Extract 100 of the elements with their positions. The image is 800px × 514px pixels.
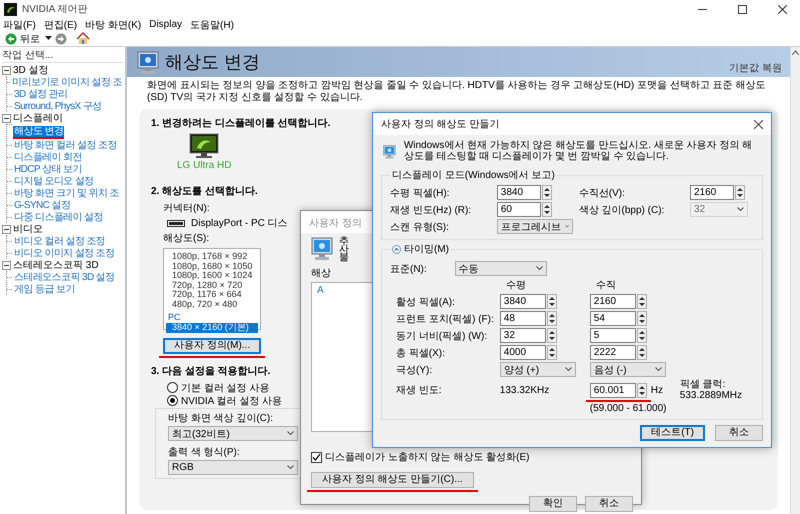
tree-group[interactable]: 스테레오스코픽 3D [13,258,99,272]
tree-item[interactable]: 해상도 변경 [13,126,64,137]
number-field[interactable]: 32 [500,328,546,343]
tree-item[interactable]: 디지털 오디오 설정 [13,176,95,187]
spinner-icon[interactable] [546,328,557,343]
connector-name: DisplayPort - PC 디스 [191,217,288,230]
tree-item[interactable]: 비디오 이미지 설정 조정 [13,248,116,259]
home-icon[interactable] [76,32,90,45]
restore-defaults-link[interactable]: 기본값 복원 [729,61,782,75]
collapse-icon[interactable] [2,114,11,122]
list-item[interactable]: 1080p, 1600 × 1024 [166,271,258,280]
number-field[interactable]: 48 [500,311,546,326]
group-label[interactable]: 타이밍(M) [404,242,449,256]
checkbox-label[interactable]: 디스플레이가 노출하지 않는 해상도 활성화(E) [325,450,530,464]
spinner-icon[interactable] [546,294,557,309]
spinner-icon[interactable] [542,185,552,200]
close-icon[interactable] [778,4,787,14]
tree-item[interactable]: 바탕 화면 컬러 설정 조정 [13,140,118,151]
customize-button[interactable]: 사용자 정의(M)... [163,338,262,354]
collapse-icon[interactable] [2,224,11,234]
collapse-icon[interactable] [2,260,11,270]
list-item[interactable]: 720p, 1280 × 720 [166,280,258,290]
menu-item[interactable]: 편집(E) [44,18,78,32]
menu-item[interactable]: 바탕 화면(K) [85,18,142,32]
tree-item[interactable]: 바탕 화면 크기 및 위치 조 [13,188,120,199]
spinner-icon[interactable] [636,294,647,309]
field-label: 수평 픽셀(H): [390,186,450,200]
number-field[interactable]: 3840 [496,185,541,200]
caret-icon [536,266,543,271]
radio-button[interactable] [167,382,178,393]
tree-group[interactable]: 디스플레이 [13,111,63,125]
tree-item[interactable]: Surround, PhysX 구성 [13,101,103,112]
number-field[interactable]: 2160 [690,185,734,200]
close-icon[interactable] [754,120,763,128]
step-heading: 2. 해상도를 선택합니다. [151,185,258,198]
radio-button[interactable] [167,395,178,406]
list-item[interactable]: 1080p, 1680 × 1050 [166,262,258,271]
menu-item[interactable]: 파일(F) [3,18,36,32]
number-field[interactable]: 54 [590,311,636,326]
tree-group[interactable]: 비디오 [13,222,43,236]
dropdown[interactable]: 프로그레시브 [496,219,573,234]
maximize-icon[interactable] [738,4,747,14]
tree-item[interactable]: G-SYNC 설정 [13,200,72,211]
step-heading: 3. 다음 설정을 적용합니다. [151,365,270,378]
list-item[interactable]: 480p, 720 × 480 [166,300,258,309]
tree-item[interactable]: 디스플레이 회전 [13,152,83,163]
tree-item[interactable]: 3D 설정 관리 [13,89,69,100]
scrollbar[interactable] [790,47,800,514]
list-item[interactable]: 1080p, 1768 × 992 [166,252,258,262]
tree-item[interactable]: 스테레오스코픽 3D 설정 [13,272,116,283]
tree-item[interactable]: 미리보기로 이미지 설정 조 [11,77,123,88]
scroll-up-icon[interactable] [792,50,799,55]
tree-group[interactable]: 3D 설정 [13,63,49,77]
dialog-button[interactable]: 취소 [585,496,633,512]
spinner-icon[interactable] [636,328,647,343]
dropdown[interactable]: 음성 (-) [590,362,666,377]
number-field[interactable]: 60 [496,202,541,217]
tree-item[interactable]: 다중 디스플레이 설정 [13,212,104,223]
dialog-button[interactable]: 확인 [529,496,577,512]
dropdown[interactable]: 최고(32비트) [168,426,298,441]
tree-item[interactable]: 게임 등급 보기 [13,284,76,295]
dropdown[interactable]: 수동 [454,261,547,276]
spinner-icon[interactable] [546,345,557,360]
number-field[interactable]: 2222 [590,345,636,360]
radio-label[interactable]: NVIDIA 컬러 설정 사용 [181,394,282,408]
back-arrow-icon[interactable] [5,32,17,44]
list-item[interactable]: 720p, 1176 × 664 [166,290,258,300]
number-field[interactable]: 4000 [500,345,546,360]
dropdown[interactable]: 양성 (+) [500,362,576,377]
tree-item[interactable]: HDCP 상태 보기 [13,164,83,175]
field-label: 스캔 유형(S): [390,220,450,234]
create-resolution-button[interactable]: 사용자 정의 해상도 만들기(C)... [311,472,474,488]
dialog-button[interactable]: 테스트(T) [640,425,705,441]
back-button[interactable]: 뒤로 [3,32,42,46]
spinner-icon[interactable] [636,345,647,360]
collapse-icon[interactable] [2,66,11,74]
menu-item[interactable]: Display [149,19,182,30]
field-label: 커넥터(N): [163,202,210,215]
resolution-list[interactable]: 1080p, 1768 × 992 1080p, 1680 × 1050 1080p, 1600 × 1024 720p, 1280 × 720 720p, 1176 × 664 480p, 720 × 480 PC 3840 × 2160 (기본) [163,248,261,330]
spinner-icon[interactable] [636,382,647,398]
menu-item[interactable]: 도움말(H) [190,18,234,32]
dialog-button[interactable]: 취소 [715,425,763,441]
caret-icon[interactable] [45,36,52,41]
spinner-icon[interactable] [735,185,745,200]
checkbox[interactable] [311,452,322,462]
tree-item[interactable]: 비디오 컬러 설정 조정 [13,236,106,247]
number-field[interactable]: 2160 [590,294,636,309]
number-field[interactable]: 60.001 [590,382,636,398]
field-value: 533.2889MHz [680,390,744,401]
radio-label[interactable]: 기본 컬러 설정 사용 [181,380,270,394]
spinner-icon[interactable] [546,311,557,326]
list-item[interactable]: 3840 × 2160 (기본) [166,323,258,332]
spinner-icon[interactable] [542,202,552,217]
display-monitor-icon[interactable] [189,133,220,159]
list-item[interactable]: A [317,285,324,296]
spinner-icon[interactable] [636,311,647,326]
number-field[interactable]: 3840 [500,294,546,309]
number-field[interactable]: 5 [590,328,636,343]
dropdown[interactable]: RGB [168,460,298,475]
collapse-icon[interactable] [392,244,401,254]
